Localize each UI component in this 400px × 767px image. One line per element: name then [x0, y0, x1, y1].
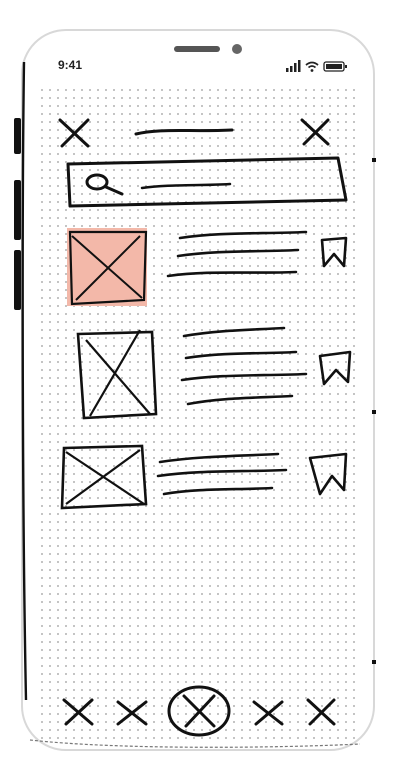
front-camera	[232, 44, 242, 54]
battery-icon	[323, 61, 347, 72]
status-time: 9:41	[58, 58, 83, 72]
phone-sketch	[14, 29, 376, 751]
status-icons	[286, 60, 347, 72]
volume-down-button	[14, 250, 21, 310]
speaker-grille	[174, 46, 220, 52]
signal-icon	[286, 60, 301, 72]
wifi-icon	[305, 61, 319, 72]
thumbnail-image-placeholder	[67, 228, 148, 306]
volume-up-button	[14, 180, 21, 240]
phone-mockup: 9:41	[0, 0, 400, 767]
mute-switch	[14, 118, 21, 154]
